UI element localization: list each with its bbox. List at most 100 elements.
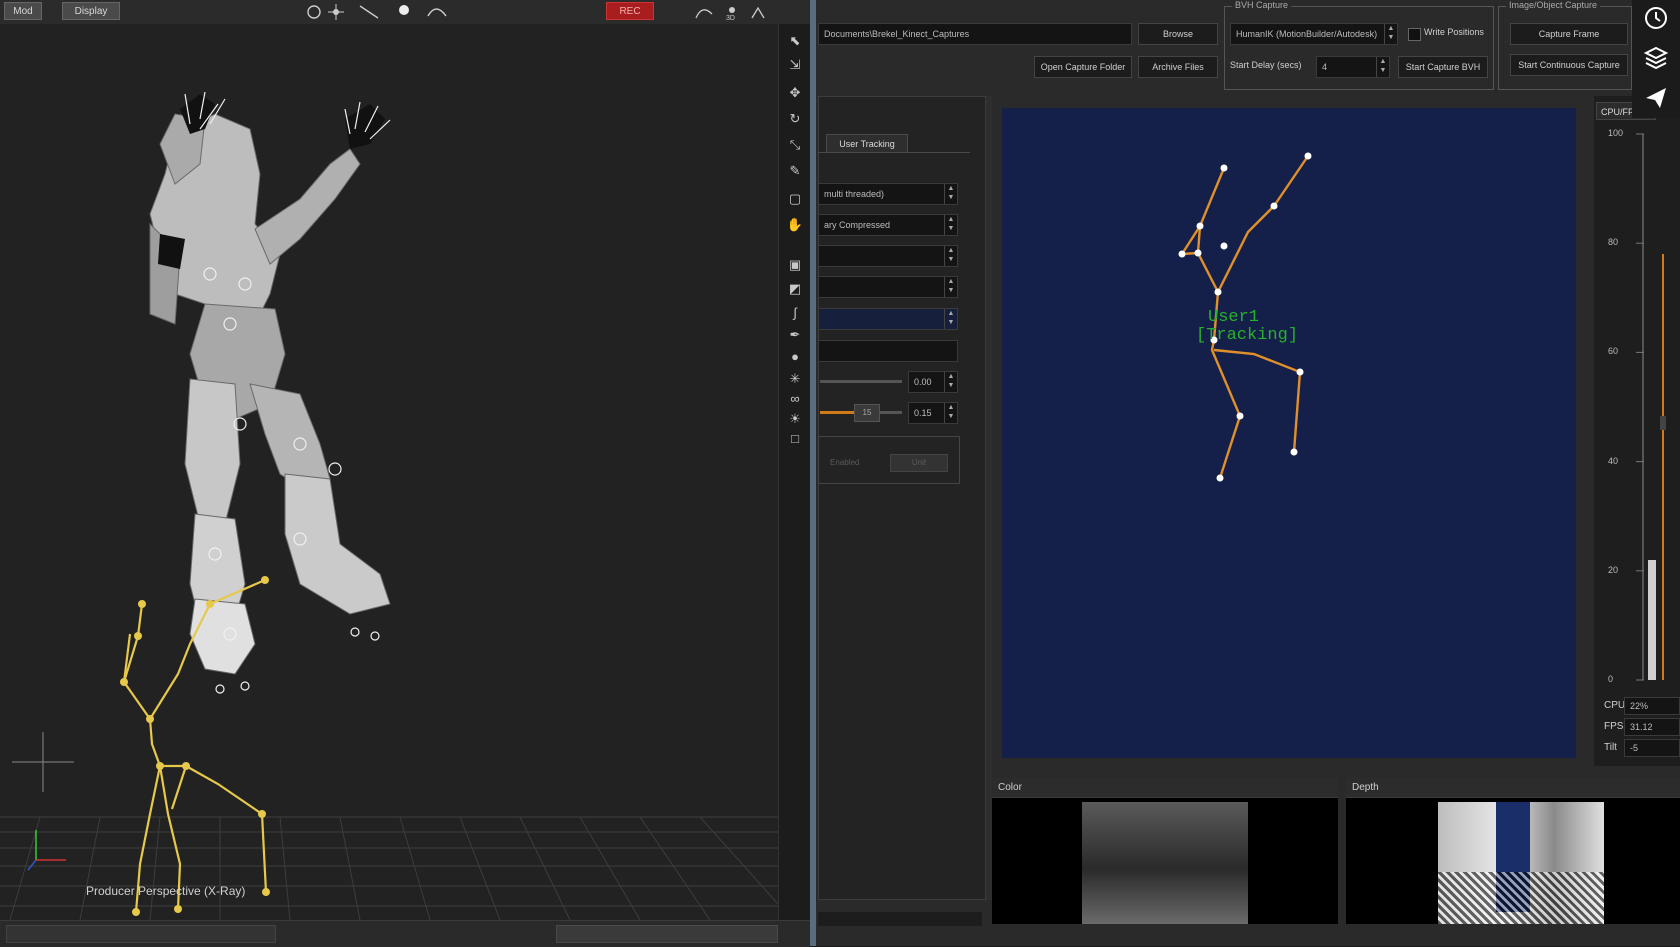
meter-ticks	[1636, 133, 1644, 681]
fps-value: 31.12	[1624, 718, 1680, 736]
meter-tick-label: 80	[1608, 237, 1619, 248]
start-delay-input[interactable]: 4 ▲ ▼	[1316, 56, 1390, 78]
tab-user-tracking[interactable]: User Tracking	[826, 134, 908, 153]
meter-tick-label: 100	[1608, 128, 1624, 138]
mod-button[interactable]: Mod	[4, 2, 42, 20]
empty-spinbox-2[interactable]: ▲ ▼	[818, 308, 958, 330]
start-delay-value: 4	[1322, 62, 1328, 72]
cube-icon[interactable]: ▣	[785, 256, 805, 274]
image-capture-group	[1498, 6, 1632, 90]
frame-icon[interactable]: ▢	[785, 190, 805, 208]
select-arrows-icon: ▲ ▼	[944, 215, 957, 235]
write-positions-checkbox[interactable]	[1408, 28, 1421, 41]
start-delay-label: Start Delay (secs)	[1230, 60, 1302, 70]
pen-icon[interactable]: ✒	[785, 326, 805, 344]
bvh-group-title: BVH Capture	[1232, 0, 1292, 10]
disabled-button: Unit	[890, 454, 948, 472]
axes-icon[interactable]: ✳	[785, 370, 805, 388]
spinner-arrows-icon[interactable]: ▲ ▼	[944, 309, 957, 329]
empty-spinbox-1[interactable]: ▲ ▼	[818, 276, 958, 298]
light-icon[interactable]: ☀	[785, 410, 805, 428]
empty-field[interactable]	[818, 340, 958, 362]
timeline-track[interactable]	[6, 925, 276, 943]
scale-icon[interactable]: ⤡	[785, 136, 805, 154]
compression-value: ary Compressed	[824, 220, 891, 230]
depth-view-title: Depth	[1346, 778, 1680, 798]
color-view-title: Color	[992, 778, 1338, 798]
spinner-arrows-icon[interactable]: ▲ ▼	[944, 372, 957, 392]
spinner-arrows-icon[interactable]: ▲ ▼	[944, 277, 957, 297]
layers-icon[interactable]	[1642, 44, 1670, 72]
timeline-bar[interactable]	[0, 920, 810, 947]
send-icon[interactable]	[1642, 84, 1670, 112]
threading-select[interactable]: multi threaded) ▲ ▼	[818, 183, 958, 205]
timeline-controls[interactable]	[556, 925, 778, 943]
select-arrows-icon: ▲ ▼	[944, 184, 957, 204]
viewport-camera-label: Producer Perspective (X-Ray)	[86, 884, 246, 898]
spinner-arrows-icon[interactable]: ▲ ▼	[1376, 57, 1389, 77]
move-icon[interactable]: ✥	[785, 84, 805, 102]
open-capture-folder-button[interactable]: Open Capture Folder	[1034, 56, 1132, 78]
curve-icon[interactable]: ∫	[785, 304, 805, 322]
value-b: 0.15	[914, 408, 932, 418]
threading-value: multi threaded)	[824, 189, 885, 199]
depth-floor-noise	[1438, 872, 1604, 924]
select-icon[interactable]: ⬉	[785, 32, 805, 50]
tool-strip: ⬉ ⇲ ✥ ↻ ⤡ ✎ ▢ ✋ ▣ ◩ ∫ ✒ ● ✳ ∞ ☀ □	[778, 24, 811, 920]
capture-path-input[interactable]: Documents\Brekel_Kinect_Captures	[818, 23, 1132, 45]
viewport-toolbar: Mod Display REC 3D	[0, 0, 810, 25]
viewport-scene	[0, 91, 778, 920]
empty-select-1[interactable]: ▲ ▼	[818, 245, 958, 267]
meter-tick-label: 40	[1608, 455, 1619, 466]
write-positions-label: Write Positions	[1424, 27, 1484, 37]
start-capture-bvh-button[interactable]: Start Capture BVH	[1398, 56, 1488, 78]
slider-a-track[interactable]	[820, 380, 902, 383]
user-label: User1	[1208, 308, 1260, 327]
robot-character[interactable]	[149, 91, 391, 694]
slider-b-handle[interactable]: 15	[854, 404, 880, 422]
value-b-input[interactable]: 0.15 ▲ ▼	[908, 402, 958, 424]
glasses-icon[interactable]: ∞	[785, 390, 805, 408]
performance-meter-panel: CPU/FPS 100 80 60 40 20 0	[1594, 96, 1680, 766]
hand-icon[interactable]: ✋	[785, 216, 805, 234]
cube-fill-icon[interactable]: ◩	[785, 280, 805, 298]
tilt-value: -5	[1624, 739, 1680, 757]
settings-scrollbar[interactable]	[818, 912, 982, 926]
compression-select[interactable]: ary Compressed ▲ ▼	[818, 214, 958, 236]
axis-gizmo-icon	[27, 830, 66, 871]
crosshair-icon	[12, 732, 74, 792]
bvh-mode-select[interactable]: HumanIK (MotionBuilder/Autodesk) ▲ ▼	[1230, 23, 1398, 45]
spinner-arrows-icon[interactable]: ▲ ▼	[944, 403, 957, 423]
browse-button[interactable]: Browse	[1138, 23, 1218, 45]
overlay-toolbar	[1632, 0, 1680, 118]
archive-files-button[interactable]: Archive Files	[1138, 56, 1218, 78]
translate-icon[interactable]: ⇲	[785, 56, 805, 74]
sphere-icon[interactable]: ●	[785, 348, 805, 366]
meter-handle[interactable]	[1660, 416, 1666, 430]
3d-viewport[interactable]	[0, 24, 778, 920]
meter-tick-label: 20	[1608, 564, 1619, 575]
skeleton-tracking-view[interactable]: User1 [Tracking]	[1002, 108, 1576, 758]
value-a: 0.00	[914, 377, 932, 387]
start-continuous-capture-button[interactable]: Start Continuous Capture	[1510, 54, 1628, 76]
box-icon[interactable]: □	[785, 430, 805, 448]
select-arrows-icon: ▲ ▼	[944, 246, 957, 266]
depth-camera-view[interactable]: Depth	[1346, 778, 1680, 924]
value-a-input[interactable]: 0.00 ▲ ▼	[908, 371, 958, 393]
capture-frame-button[interactable]: Capture Frame	[1510, 23, 1628, 45]
rotate-icon[interactable]: ↻	[785, 110, 805, 128]
svg-text:3D: 3D	[726, 15, 735, 22]
pencil-icon[interactable]: ✎	[785, 162, 805, 180]
tracked-skeleton	[1178, 152, 1312, 482]
transform-tools-icon[interactable]	[300, 2, 460, 22]
curve-tools-icon[interactable]: 3D	[692, 2, 772, 22]
color-camera-view[interactable]: Color	[992, 778, 1338, 924]
record-button[interactable]: REC	[606, 2, 654, 20]
meter-tick-label: 0	[1608, 674, 1614, 684]
cpu-bar	[1648, 559, 1656, 680]
tab-underline	[818, 152, 970, 153]
display-button[interactable]: Display	[62, 2, 120, 20]
clock-icon[interactable]	[1642, 4, 1670, 32]
tilt-label: Tilt	[1604, 742, 1617, 753]
fps-label: FPS	[1604, 721, 1624, 732]
